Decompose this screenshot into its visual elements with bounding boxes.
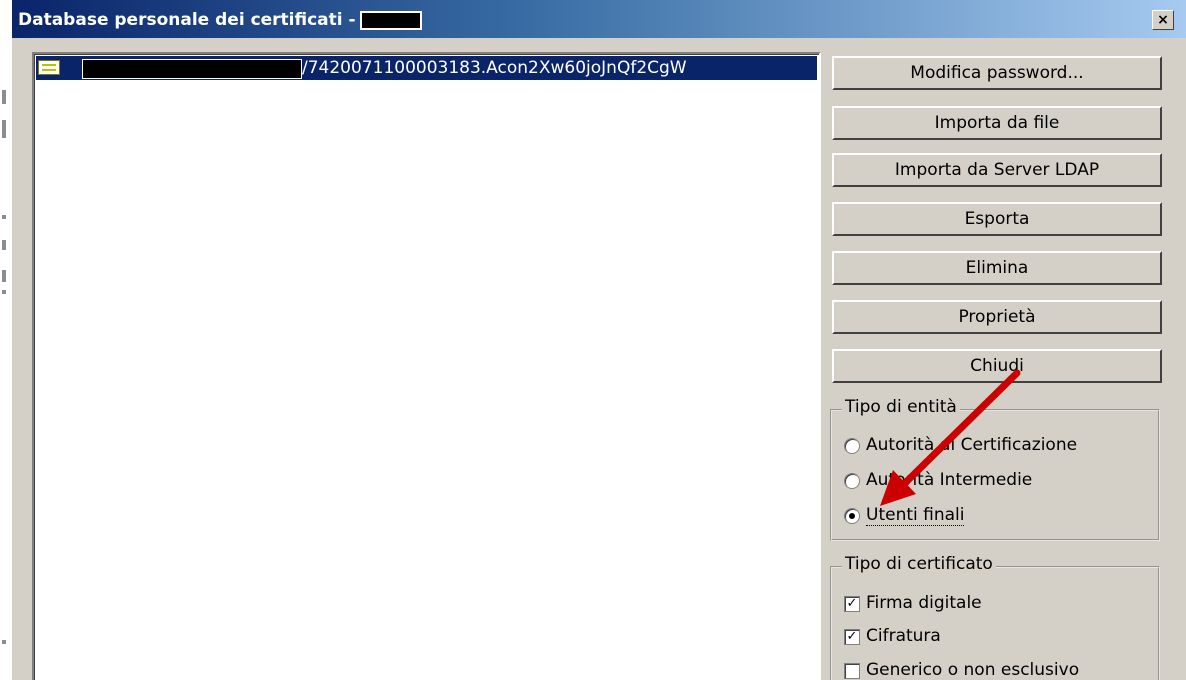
radio-button-selected-icon [844, 508, 860, 524]
checkbox-checked-icon: ✓ [844, 629, 860, 645]
entity-type-group: Tipo di entità Autorità di Certificazion… [830, 397, 1160, 541]
radio-label: Autorità di Certificazione [866, 435, 1078, 455]
checkbox-unchecked-icon [844, 663, 860, 679]
certificate-type-group: Tipo di certificato ✓ Firma digitale ✓ C… [830, 554, 1160, 680]
radio-button-icon [844, 438, 860, 454]
close-icon: × [1157, 12, 1169, 28]
properties-button[interactable]: Proprietà [832, 300, 1162, 334]
import-from-ldap-button[interactable]: Importa da Server LDAP [832, 153, 1162, 187]
background-window-edge [0, 40, 12, 680]
redacted-name [82, 59, 302, 79]
checkbox-checked-icon: ✓ [844, 596, 860, 612]
radio-button-icon [844, 473, 860, 489]
checkbox-label: Generico o non esclusivo [866, 660, 1080, 680]
certificate-icon [38, 60, 60, 75]
radio-label: Autorità Intermedie [866, 470, 1033, 490]
import-from-file-button[interactable]: Importa da file [832, 106, 1162, 140]
redacted-username [359, 10, 422, 30]
certificate-name: /7420071100003183.Acon2Xw60joJnQf2CgW [302, 58, 687, 78]
window-title-text: Database personale dei certificati - [18, 10, 356, 30]
entity-type-legend: Tipo di entità [842, 397, 960, 417]
certificate-list-item[interactable]: /7420071100003183.Acon2Xw60joJnQf2CgW [36, 56, 817, 80]
delete-button[interactable]: Elimina [832, 251, 1162, 285]
certificate-type-legend: Tipo di certificato [842, 554, 996, 574]
window-title: Database personale dei certificati - [18, 10, 422, 30]
title-bar: Database personale dei certificati - × [12, 0, 1186, 38]
close-button[interactable]: Chiudi [832, 349, 1162, 383]
certificate-database-dialog: Database personale dei certificati - × /… [12, 0, 1186, 680]
certificate-list[interactable]: /7420071100003183.Acon2Xw60joJnQf2CgW [32, 52, 821, 680]
export-button[interactable]: Esporta [832, 202, 1162, 236]
checkbox-label: Cifratura [866, 626, 941, 646]
radio-label: Utenti finali [866, 505, 965, 526]
close-window-button[interactable]: × [1152, 10, 1174, 30]
change-password-button[interactable]: Modifica password... [832, 56, 1162, 90]
checkbox-label: Firma digitale [866, 593, 982, 613]
